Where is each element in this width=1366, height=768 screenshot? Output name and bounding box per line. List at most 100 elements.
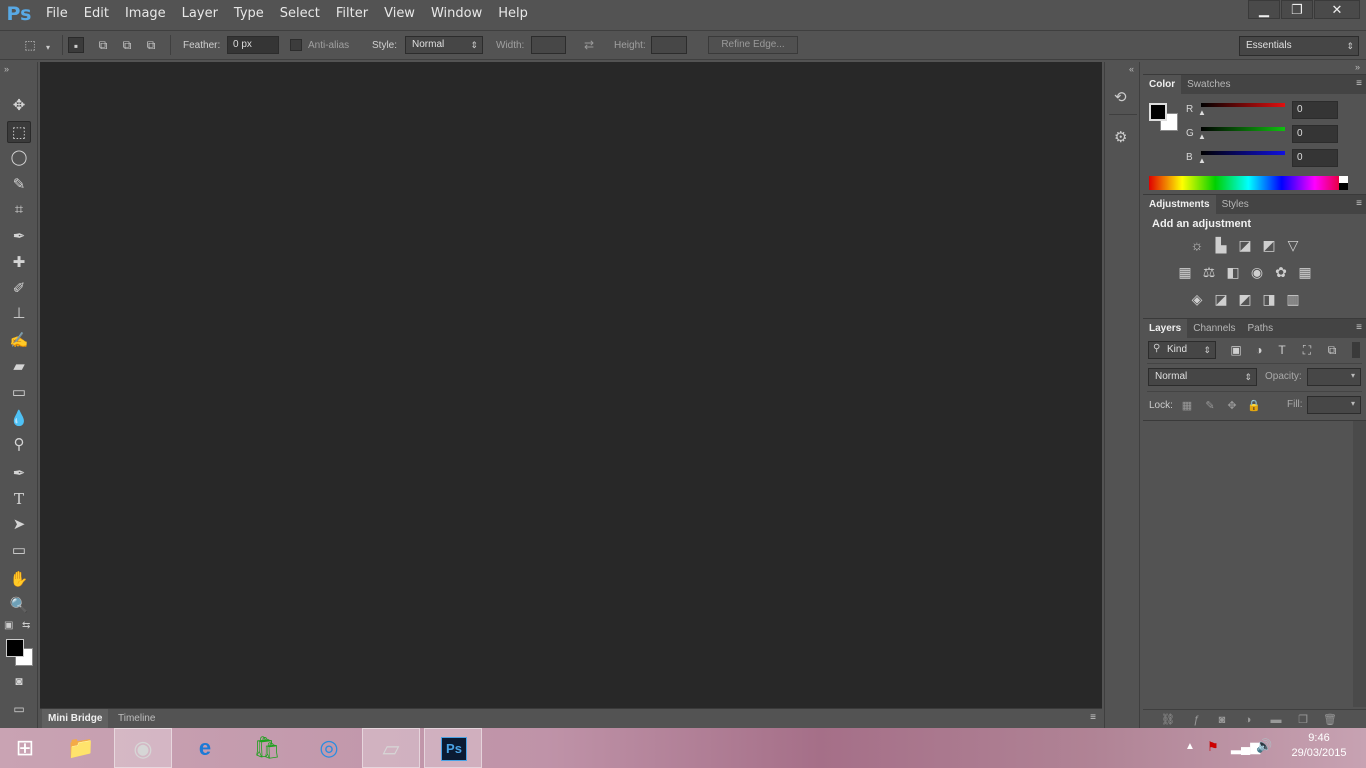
pen-tool-icon[interactable]: ✒ [7,463,31,485]
tab-swatches[interactable]: Swatches [1181,75,1236,94]
color-lookup-icon[interactable]: ▦ [1296,264,1314,280]
foreground-color-swatch[interactable] [6,639,24,657]
show-hidden-icons-icon[interactable]: ▲ [1185,741,1195,752]
pixel-filter-icon[interactable]: ▣ [1227,342,1245,358]
chrome-icon[interactable]: ◉ [114,728,172,768]
gradient-tool-icon[interactable]: ▭ [7,382,31,404]
new-layer-icon[interactable]: ❐ [1294,712,1312,728]
adjustment-filter-icon[interactable]: ◑ [1250,342,1268,358]
intersect-selection-icon[interactable]: ⧉ [143,37,159,53]
shape-filter-icon[interactable]: ⛶ [1298,342,1316,358]
quick-select-tool-icon[interactable]: ✎ [7,174,31,196]
red-value-input[interactable]: 0 [1292,101,1338,119]
width-input[interactable] [531,36,566,54]
smart-object-filter-icon[interactable]: ⧉ [1323,342,1341,358]
swap-icon[interactable]: ⇄ [581,37,597,53]
lock-transparent-icon[interactable]: ▦ [1178,398,1196,414]
foreground-color-chip[interactable] [1149,103,1167,121]
tab-timeline[interactable]: Timeline [112,709,161,728]
minimize-button[interactable]: ▁ [1248,0,1280,19]
menu-image[interactable]: Image [117,0,174,28]
trash-icon[interactable]: 🗑 [1321,712,1339,728]
workspace-select[interactable]: Essentials [1239,36,1359,56]
tab-channels[interactable]: Channels [1187,319,1241,338]
restore-button[interactable]: ❐ [1281,0,1313,19]
photoshop-taskbar-button[interactable]: Ps [424,728,482,768]
path-select-tool-icon[interactable]: ➤ [7,514,31,536]
swap-colors-icon[interactable]: ⇆ [22,620,30,631]
notes-app-icon[interactable]: ▱ [362,728,420,768]
curves-icon[interactable]: ◪ [1236,237,1254,253]
type-filter-icon[interactable]: T [1273,342,1291,358]
menu-window[interactable]: Window [423,0,490,28]
layers-scrollbar[interactable] [1353,421,1366,707]
file-explorer-icon[interactable]: 📁 [52,728,110,768]
eyedropper-tool-icon[interactable]: ✒ [7,226,31,248]
brightness-icon[interactable]: ☼ [1188,237,1206,253]
lock-all-icon[interactable]: 🔒 [1245,398,1263,414]
history-brush-tool-icon[interactable]: ✍ [7,330,31,352]
menu-file[interactable]: File [38,0,76,28]
green-value-input[interactable]: 0 [1292,125,1338,143]
hue-sat-icon[interactable]: ▦ [1176,264,1194,280]
blur-tool-icon[interactable]: 💧 [7,408,31,430]
collapse-panels-icon[interactable]: » [1355,62,1360,72]
hand-tool-icon[interactable]: ✋ [7,569,31,591]
tab-paths[interactable]: Paths [1242,319,1280,338]
internet-explorer-icon[interactable]: e [176,728,234,768]
refine-edge-button[interactable]: Refine Edge... [708,36,798,54]
add-mask-icon[interactable]: ◙ [1213,712,1231,728]
lock-position-icon[interactable]: ✥ [1223,398,1241,414]
gradient-map-icon[interactable]: ▥ [1284,291,1302,307]
properties-panel-icon[interactable]: ⚙ [1114,128,1127,146]
volume-icon[interactable]: 🔊 [1256,738,1272,754]
fx-icon[interactable]: ƒ [1187,712,1205,728]
eraser-tool-icon[interactable]: ▰ [7,356,31,378]
color-balance-icon[interactable]: ⚖ [1200,264,1218,280]
menu-help[interactable]: Help [490,0,536,28]
dodge-tool-icon[interactable]: ⚲ [7,434,31,456]
utility-app-icon[interactable]: ◎ [300,728,358,768]
menu-view[interactable]: View [376,0,423,28]
shape-tool-icon[interactable]: ▭ [7,540,31,562]
channel-mixer-icon[interactable]: ✿ [1272,264,1290,280]
panel-menu-icon[interactable]: ≡ [1356,198,1362,209]
vibrance-icon[interactable]: ▽ [1284,237,1302,253]
panel-menu-icon[interactable]: ≡ [1356,322,1362,333]
posterize-icon[interactable]: ◪ [1212,291,1230,307]
type-tool-icon[interactable]: T [7,488,31,510]
subtract-selection-icon[interactable]: ⧉ [119,37,135,53]
marquee-preset-icon[interactable]: ⬚ [22,37,38,53]
threshold-icon[interactable]: ◩ [1236,291,1254,307]
tab-adjustments[interactable]: Adjustments [1143,195,1216,214]
antialias-checkbox[interactable] [290,39,302,51]
slider-thumb-icon[interactable]: ▲ [1198,156,1206,165]
chevron-down-icon[interactable]: ▾ [1351,399,1355,408]
slider-thumb-icon[interactable]: ▲ [1198,132,1206,141]
menu-layer[interactable]: Layer [174,0,226,28]
panel-menu-icon[interactable]: ≡ [1356,78,1362,89]
marquee-tool-icon[interactable]: ⬚ [7,121,31,143]
zoom-tool-icon[interactable]: 🔍 [7,595,31,617]
clock[interactable]: 9:46 29/03/2015 [1284,732,1354,759]
preset-dropdown-icon[interactable]: ▾ [46,43,50,52]
green-slider[interactable] [1201,127,1285,131]
history-panel-icon[interactable]: ⟲ [1114,88,1127,106]
height-input[interactable] [651,36,687,54]
color-spectrum-bar[interactable] [1149,176,1348,190]
menu-select[interactable]: Select [272,0,328,28]
spectrum-white-chip[interactable] [1339,176,1348,183]
screen-mode-icon[interactable]: ▭ [7,698,31,720]
add-selection-icon[interactable]: ⧉ [95,37,111,53]
quick-mask-icon[interactable]: ◙ [7,670,31,692]
style-select[interactable]: Normal [405,36,483,54]
new-adjustment-icon[interactable]: ◑ [1239,712,1257,728]
menu-type[interactable]: Type [226,0,272,28]
black-white-icon[interactable]: ◧ [1224,264,1242,280]
new-group-icon[interactable]: ▬ [1267,712,1285,728]
levels-icon[interactable]: ▙ [1212,237,1230,253]
collapse-icon[interactable]: » [4,64,9,74]
menu-filter[interactable]: Filter [328,0,376,28]
lock-image-icon[interactable]: ✎ [1201,398,1219,414]
store-icon[interactable]: 🛍 [238,728,296,768]
